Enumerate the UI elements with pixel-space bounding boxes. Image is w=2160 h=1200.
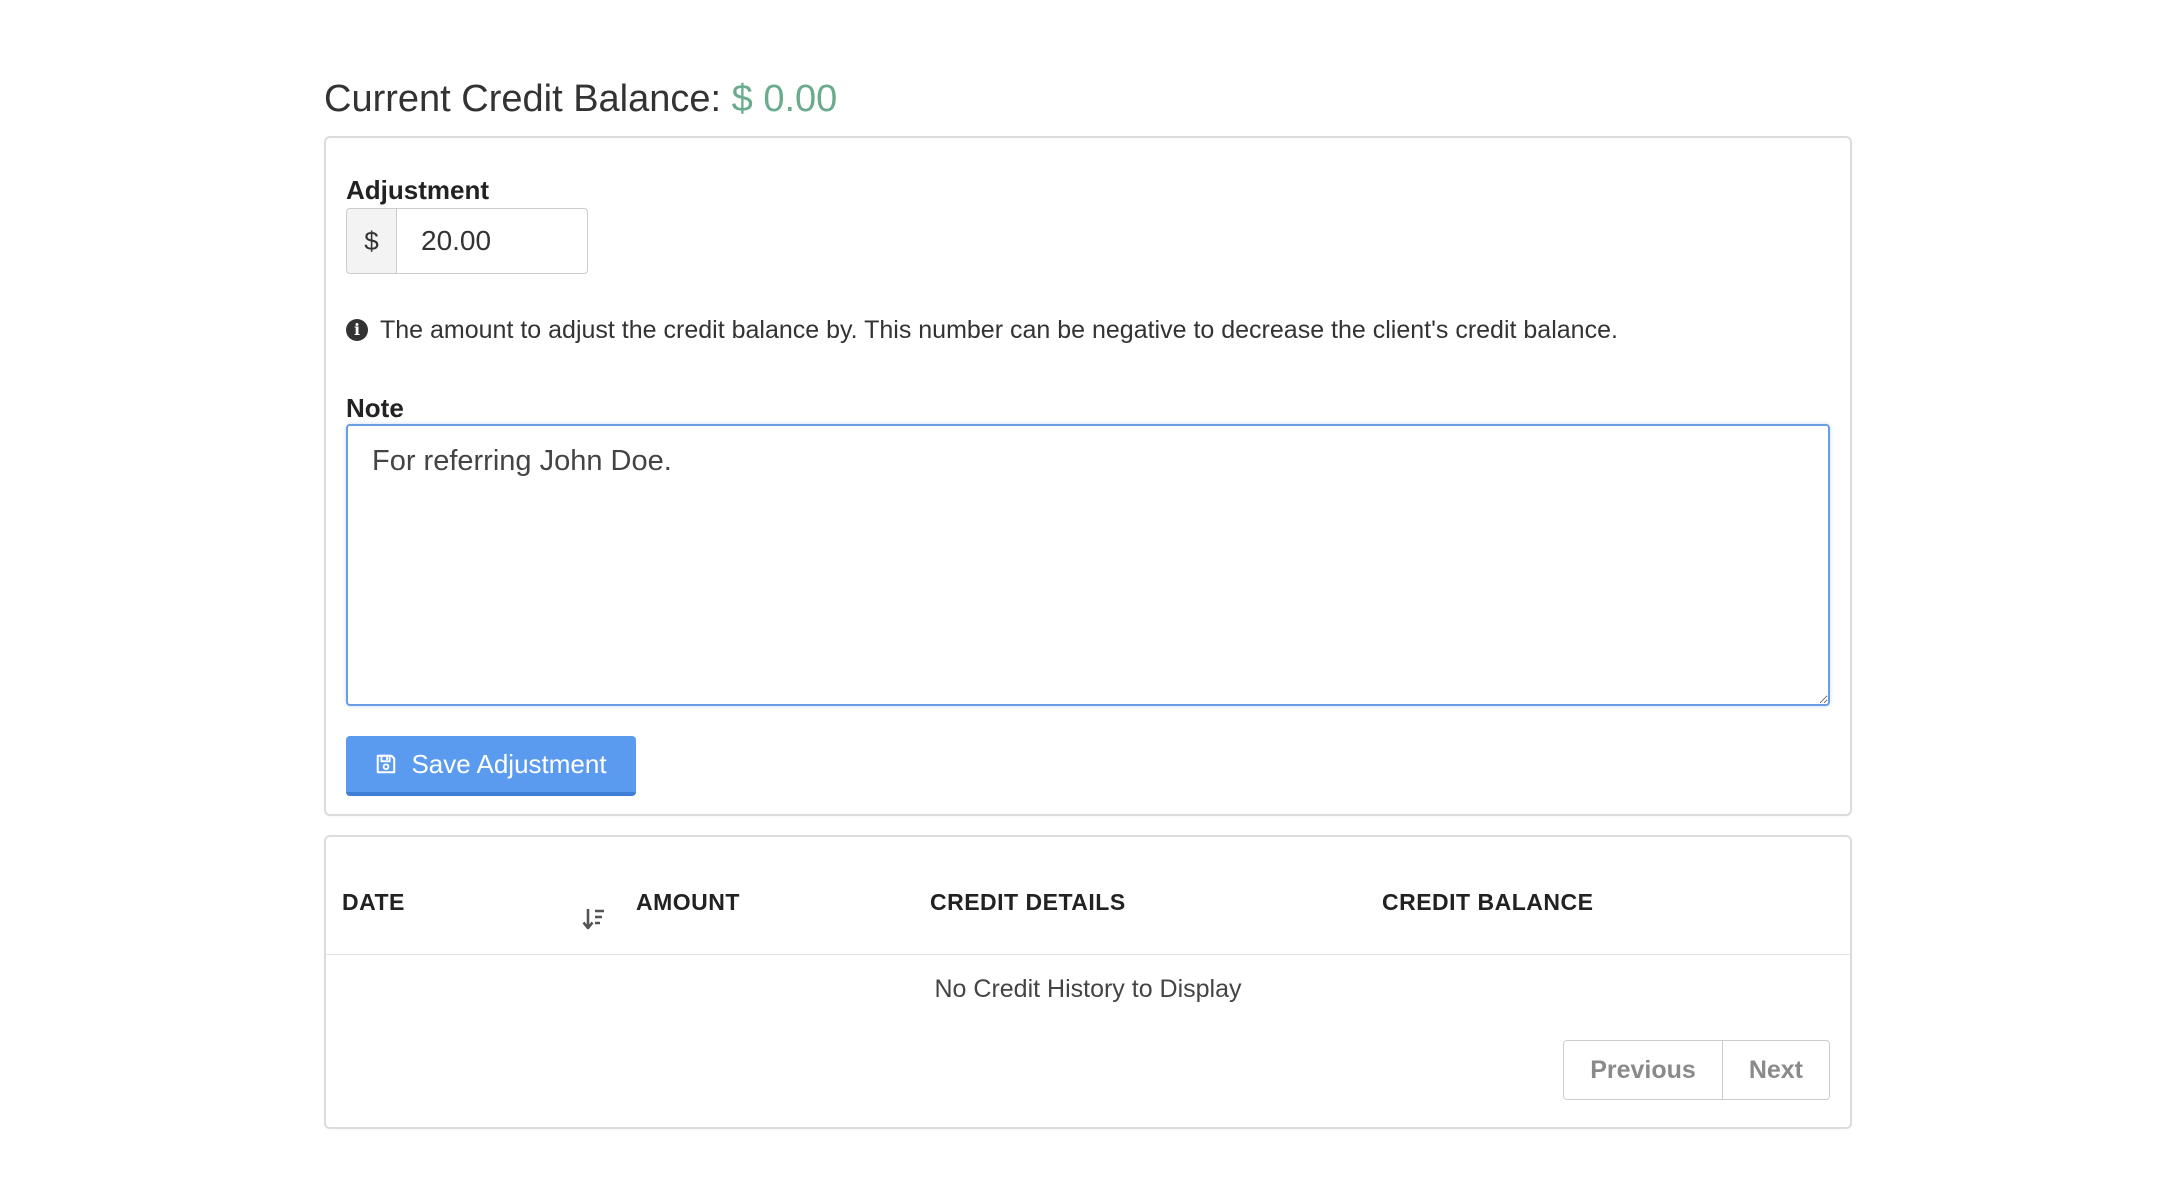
column-header-amount[interactable]: AMOUNT [636,887,740,917]
adjustment-help: i The amount to adjust the credit balanc… [346,314,1618,346]
adjustment-help-text: The amount to adjust the credit balance … [380,316,1618,344]
column-header-date[interactable]: DATE [342,887,405,917]
note-label: Note [346,393,404,423]
currency-addon: $ [346,208,396,274]
adjustment-label: Adjustment [346,175,489,205]
floppy-disk-icon [377,754,396,774]
next-page-button[interactable]: Next [1721,1041,1829,1099]
adjustment-amount-input[interactable] [396,208,588,274]
title-prefix: Current Credit Balance: [324,78,722,120]
adjustment-input-group: $ [346,208,588,274]
save-adjustment-button[interactable]: Save Adjustment [346,736,636,796]
column-header-credit-details[interactable]: CREDIT DETAILS [930,887,1126,917]
note-textarea[interactable]: For referring John Doe. [346,424,1830,706]
page-title: Current Credit Balance: $ 0.00 [324,74,837,124]
sort-descending-icon[interactable] [582,907,606,933]
save-adjustment-label: Save Adjustment [411,748,607,779]
column-header-credit-balance[interactable]: CREDIT BALANCE [1382,887,1593,917]
adjustment-panel: Adjustment $ i The amount to adjust the … [324,136,1852,816]
previous-page-button[interactable]: Previous [1564,1041,1722,1099]
pagination: Previous Next [1563,1040,1830,1100]
info-circle-icon: i [346,319,368,341]
credit-history-panel: DATE AMOUNT CREDIT DETAILS CREDIT BALANC… [324,835,1852,1129]
credit-balance-value: $ 0.00 [731,78,838,120]
table-header-divider [326,954,1850,955]
empty-table-message: No Credit History to Display [934,975,1242,1003]
